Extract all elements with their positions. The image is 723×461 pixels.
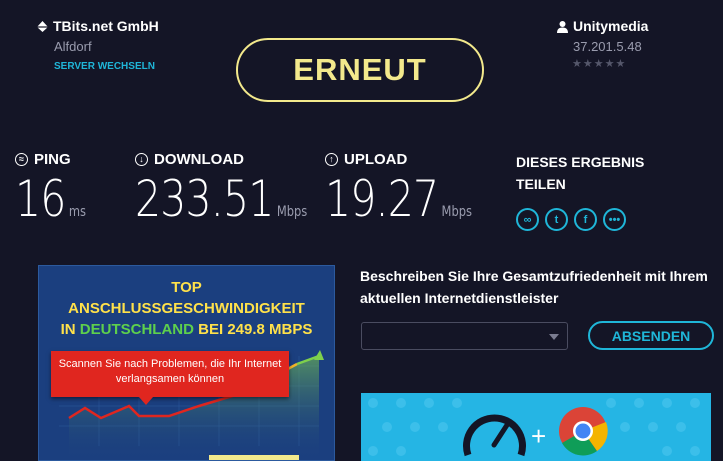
download-icon: ↓ xyxy=(135,153,148,166)
server-name: TBits.net GmbH xyxy=(53,18,159,34)
link-icon[interactable]: ∞ xyxy=(516,208,539,231)
submit-button[interactable]: ABSENDEN xyxy=(588,321,714,350)
ad-warning-callout: Scannen Sie nach Problemen, die Ihr Inte… xyxy=(51,351,289,405)
isp-rating[interactable]: ★★★★★ xyxy=(572,57,648,70)
ad-line-2: ANSCHLUSSGESCHWINDIGKEIT xyxy=(68,300,305,317)
ad-banner[interactable]: TOP ANSCHLUSSGESCHWINDIGKEIT IN DEUTSCHL… xyxy=(38,265,335,461)
ping-value: 16 xyxy=(15,170,66,228)
share-section: DIESES ERGEBNIS TEILEN ∞ t f ••• xyxy=(516,151,686,231)
more-icon[interactable]: ••• xyxy=(603,208,626,231)
ping-icon: ≈ xyxy=(15,153,28,166)
ping-unit: ms xyxy=(68,204,86,220)
browser-extension-ad[interactable]: + xyxy=(361,393,711,461)
satisfaction-dropdown[interactable] xyxy=(361,322,568,350)
server-info: TBits.net GmbH Alfdorf SERVER WECHSELN xyxy=(36,18,159,72)
ad-line-3-prefix: IN xyxy=(60,321,76,338)
twitter-icon[interactable]: t xyxy=(545,208,568,231)
again-button[interactable]: ERNEUT xyxy=(236,38,484,102)
ad-line-3-highlight: DEUTSCHLAND xyxy=(79,321,194,338)
upload-value: 19.27 xyxy=(325,170,439,228)
upload-unit: Mbps xyxy=(441,204,473,220)
isp-name: Unitymedia xyxy=(573,18,649,34)
ad-line-1: TOP xyxy=(171,279,202,296)
survey-question: Beschreiben Sie Ihre Gesamtzufriedenheit… xyxy=(360,268,708,306)
facebook-icon[interactable]: f xyxy=(574,208,597,231)
user-icon xyxy=(557,20,568,33)
survey: Beschreiben Sie Ihre Gesamtzufriedenheit… xyxy=(360,265,710,309)
speedtest-chrome-graphic: + xyxy=(368,398,700,457)
isp-info: Unitymedia 37.201.5.48 ★★★★★ xyxy=(556,18,648,70)
download-unit: Mbps xyxy=(276,204,308,220)
chevron-down-icon xyxy=(549,334,559,340)
download-metric: ↓ DOWNLOAD 233.51 Mbps xyxy=(135,151,345,228)
ping-metric: ≈ PING 16 ms xyxy=(15,151,102,228)
download-value: 233.51 xyxy=(135,170,274,228)
upload-metric: ↑ UPLOAD 19.27 Mbps xyxy=(325,151,504,228)
ad-line-3-suffix: BEI 249.8 MBPS xyxy=(198,321,313,338)
ip-address: 37.201.5.48 xyxy=(573,39,642,54)
ping-label: PING xyxy=(34,151,71,168)
server-icon xyxy=(37,20,48,32)
share-title: DIESES ERGEBNIS TEILEN xyxy=(516,154,645,192)
upload-label: UPLOAD xyxy=(344,151,408,168)
svg-text:+: + xyxy=(531,421,546,451)
server-location: Alfdorf xyxy=(54,39,92,54)
upload-icon: ↑ xyxy=(325,153,338,166)
change-server-link[interactable]: SERVER WECHSELN xyxy=(54,61,159,72)
download-label: DOWNLOAD xyxy=(154,151,244,168)
